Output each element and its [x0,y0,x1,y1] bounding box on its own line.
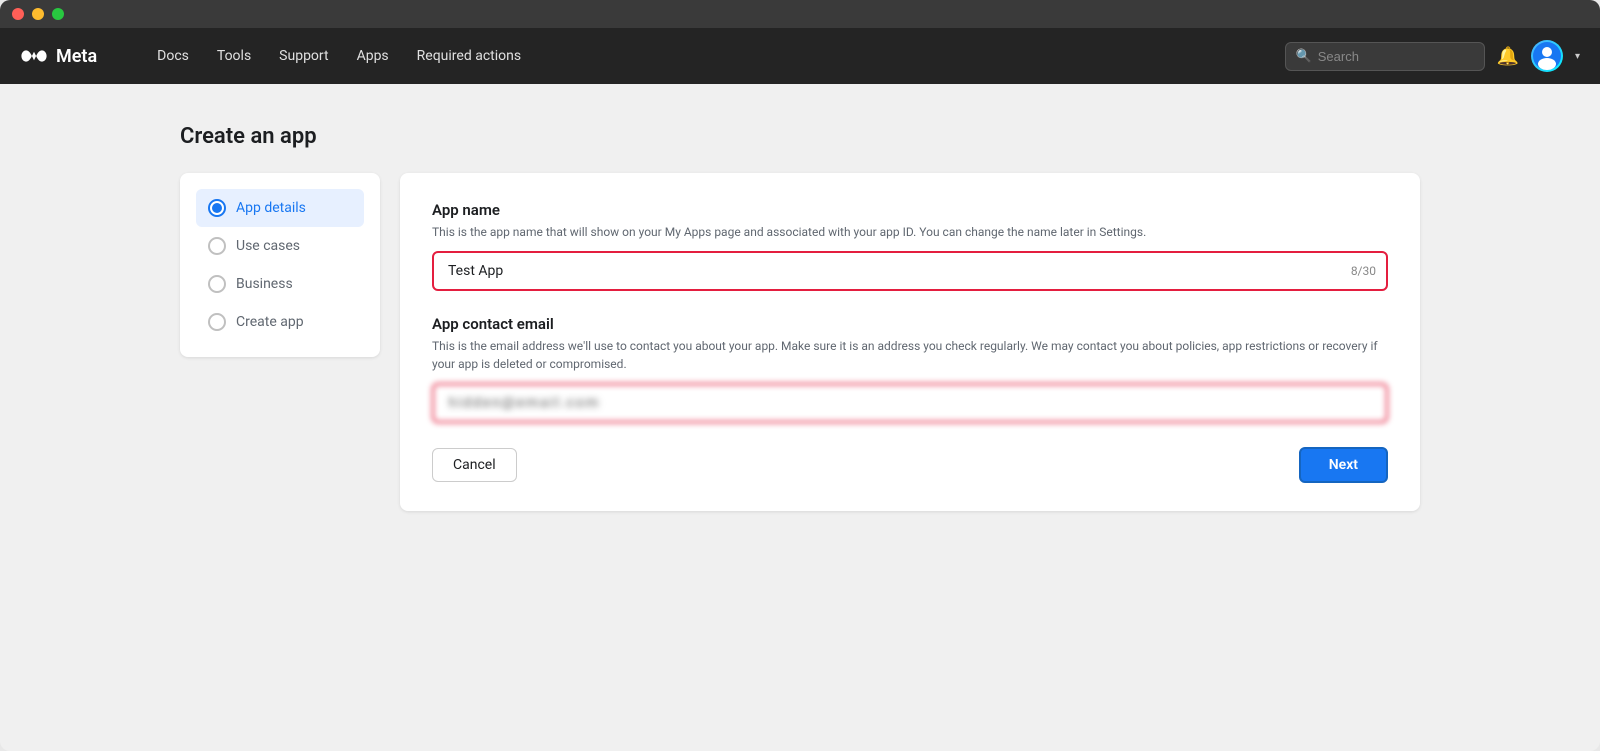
search-input[interactable] [1318,49,1474,64]
next-button[interactable]: Next [1299,447,1388,483]
nav-right: 🔍 🔔 ▾ [1285,40,1580,72]
app-contact-email-title: App contact email [432,315,1388,333]
step-label-use-cases: Use cases [236,238,300,254]
form-panel: App name This is the app name that will … [400,173,1420,511]
bell-icon[interactable]: 🔔 [1497,46,1519,67]
close-button[interactable] [12,8,24,20]
create-app-container: App details Use cases Business [180,173,1420,511]
minimize-button[interactable] [32,8,44,20]
step-label-create-app: Create app [236,314,304,330]
step-create-app[interactable]: Create app [196,303,364,341]
step-radio-inner-create-app [212,317,222,327]
step-radio-inner-business [212,279,222,289]
step-radio-inner-use-cases [212,241,222,251]
app-contact-email-input-wrapper [432,383,1388,423]
app-name-title: App name [432,201,1388,219]
meta-logo-icon [20,49,48,63]
app-name-char-count: 8/30 [1351,264,1376,278]
step-app-details[interactable]: App details [196,189,364,227]
nav-required-actions[interactable]: Required actions [417,48,521,64]
nav-links: Docs Tools Support Apps Required actions [157,48,1252,64]
app-window: Meta Docs Tools Support Apps Required ac… [0,0,1600,751]
navbar: Meta Docs Tools Support Apps Required ac… [0,28,1600,84]
search-box[interactable]: 🔍 [1285,42,1485,71]
app-name-input-wrapper: 8/30 [432,251,1388,291]
step-radio-use-cases [208,237,226,255]
app-name-desc: This is the app name that will show on y… [432,223,1388,241]
page-title: Create an app [180,124,1420,149]
step-radio-app-details [208,199,226,217]
maximize-button[interactable] [52,8,64,20]
avatar-icon [1533,42,1561,70]
nav-docs[interactable]: Docs [157,48,189,64]
cancel-button[interactable]: Cancel [432,448,517,482]
step-label-business: Business [236,276,293,292]
step-business[interactable]: Business [196,265,364,303]
app-contact-email-input[interactable] [432,383,1388,423]
step-radio-create-app [208,313,226,331]
app-name-section: App name This is the app name that will … [432,201,1388,291]
avatar-chevron[interactable]: ▾ [1575,51,1580,62]
step-radio-inner-app-details [212,203,222,213]
main-content: Create an app App details Use cases [0,84,1600,751]
step-radio-business [208,275,226,293]
avatar[interactable] [1531,40,1563,72]
search-icon: 🔍 [1296,49,1312,64]
app-name-input[interactable] [432,251,1388,291]
app-contact-email-desc: This is the email address we'll use to c… [432,337,1388,373]
steps-sidebar: App details Use cases Business [180,173,380,357]
step-use-cases[interactable]: Use cases [196,227,364,265]
form-actions: Cancel Next [432,447,1388,483]
logo-text: Meta [56,46,97,67]
nav-support[interactable]: Support [279,48,328,64]
titlebar [0,0,1600,28]
nav-tools[interactable]: Tools [217,48,251,64]
meta-logo[interactable]: Meta [20,46,97,67]
app-contact-email-section: App contact email This is the email addr… [432,315,1388,423]
step-label-app-details: App details [236,200,306,216]
nav-apps[interactable]: Apps [357,48,389,64]
